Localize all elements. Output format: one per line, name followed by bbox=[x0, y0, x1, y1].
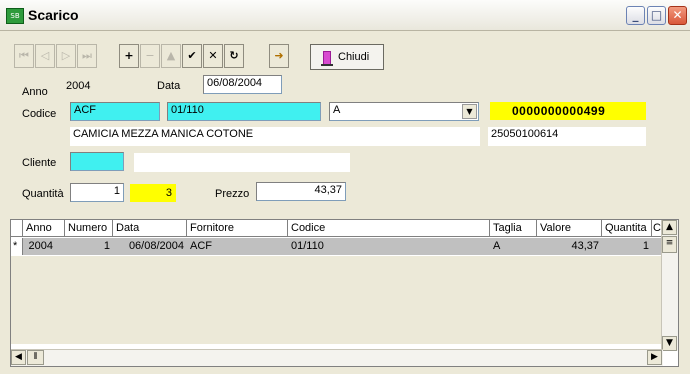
col-header-valore[interactable]: Valore bbox=[537, 220, 602, 237]
scroll-thumb[interactable]: ≡ bbox=[662, 236, 677, 253]
cell-anno: 2004 bbox=[28, 240, 53, 252]
table-row[interactable]: * 2004 1 06/08/2004 ACF 01/110 A 43,37 1 bbox=[11, 238, 663, 255]
grid-header: Anno Numero Data Fornitore Codice Taglia… bbox=[11, 220, 663, 237]
minimize-button[interactable]: _ bbox=[626, 6, 645, 25]
vertical-scrollbar[interactable]: ▲ ≡ ▼ bbox=[661, 220, 678, 351]
chevron-down-icon[interactable]: ▼ bbox=[462, 104, 477, 119]
prior-record-button[interactable]: ◁ bbox=[35, 44, 55, 68]
anno-value: 2004 bbox=[66, 80, 91, 92]
cell-valore: 43,37 bbox=[571, 240, 599, 252]
codice-ean-field: 25050100614 bbox=[488, 127, 646, 146]
descrizione-field: CAMICIA MEZZA MANICA COTONE bbox=[70, 127, 480, 146]
refresh-button[interactable]: ↻ bbox=[224, 44, 244, 68]
prezzo-field[interactable]: 43,37 bbox=[256, 182, 346, 201]
last-record-button[interactable]: ⏭ bbox=[77, 44, 97, 68]
edit-record-button[interactable]: ▲ bbox=[161, 44, 181, 68]
hscroll-thumb[interactable]: ⦀ bbox=[27, 350, 44, 365]
col-header-data[interactable]: Data bbox=[113, 220, 187, 237]
next-record-button[interactable]: ▷ bbox=[56, 44, 76, 68]
col-header-quantita[interactable]: Quantita bbox=[602, 220, 652, 237]
cliente-label: Cliente bbox=[22, 157, 57, 169]
cell-numero: 1 bbox=[103, 240, 110, 252]
row-indicator: * bbox=[11, 238, 23, 255]
scroll-up-icon[interactable]: ▲ bbox=[662, 220, 677, 235]
anno-label: Anno bbox=[22, 86, 48, 98]
first-record-button[interactable]: ⏮ bbox=[14, 44, 34, 68]
title-bar[interactable]: SB Scarico _ □ ✕ bbox=[0, 0, 690, 31]
quantita-label: Quantità bbox=[22, 188, 64, 200]
search-button[interactable]: ➜ bbox=[269, 44, 289, 68]
col-header-taglia[interactable]: Taglia bbox=[490, 220, 537, 237]
scroll-left-icon[interactable]: ◀ bbox=[11, 350, 26, 365]
cell-data: 06/08/2004 bbox=[128, 240, 184, 252]
close-button[interactable]: ✕ bbox=[668, 6, 687, 25]
barcode-value: 0000000000499 bbox=[512, 104, 606, 118]
cancel-record-button[interactable]: ✕ bbox=[203, 44, 223, 68]
cell-quantita: 1 bbox=[642, 240, 649, 252]
data-label: Data bbox=[157, 80, 181, 92]
cell-taglia: A bbox=[493, 240, 501, 252]
chiudi-button[interactable]: Chiudi bbox=[310, 44, 384, 70]
col-header-anno[interactable]: Anno bbox=[23, 220, 65, 237]
quantita-field[interactable]: 1 bbox=[70, 183, 124, 202]
minimize-icon: _ bbox=[632, 8, 639, 22]
taglia-value: A bbox=[333, 104, 341, 116]
horizontal-scrollbar[interactable]: ◀ ⦀ ▶ bbox=[11, 349, 663, 366]
maximize-icon: □ bbox=[650, 8, 663, 22]
cell-fornitore: ACF bbox=[190, 240, 212, 252]
scroll-right-icon[interactable]: ▶ bbox=[647, 350, 662, 365]
insert-record-button[interactable]: + bbox=[119, 44, 139, 68]
codice-label: Codice bbox=[22, 108, 57, 120]
post-record-button[interactable]: ✔ bbox=[182, 44, 202, 68]
delete-record-button[interactable]: − bbox=[140, 44, 160, 68]
col-header-fornitore[interactable]: Fornitore bbox=[187, 220, 288, 237]
app-icon: SB bbox=[6, 8, 24, 24]
cliente-name-field bbox=[134, 153, 350, 172]
codice-articolo-field[interactable]: 01/110 bbox=[167, 102, 321, 121]
search-record-icon: ➜ bbox=[274, 49, 284, 62]
scroll-down-icon[interactable]: ▼ bbox=[662, 336, 677, 351]
window-title: Scarico bbox=[28, 7, 79, 23]
quantita-highlight: 3 bbox=[130, 184, 176, 202]
maximize-button[interactable]: □ bbox=[647, 6, 666, 25]
cell-codice: 01/110 bbox=[291, 240, 324, 252]
col-header-codice[interactable]: Codice bbox=[288, 220, 490, 237]
barcode-badge: 0000000000499 bbox=[490, 102, 646, 120]
taglia-combo[interactable]: A ▼ bbox=[329, 102, 479, 121]
grid-indicator-header bbox=[11, 220, 23, 237]
scarico-window: SB Scarico _ □ ✕ ⏮ ◁ ▷ ⏭ + − ▲ ✔ ✕ ↻ ➜ C… bbox=[0, 0, 690, 374]
prezzo-label: Prezzo bbox=[215, 188, 250, 200]
quantita-highlight-value: 3 bbox=[165, 187, 172, 199]
col-header-numero[interactable]: Numero bbox=[65, 220, 113, 237]
data-field[interactable]: 06/08/2004 bbox=[203, 75, 282, 94]
movements-grid[interactable]: Anno Numero Data Fornitore Codice Taglia… bbox=[10, 219, 679, 367]
chiudi-label: Chiudi bbox=[338, 51, 370, 63]
cliente-code-field[interactable] bbox=[70, 152, 124, 171]
grid-empty-area bbox=[11, 256, 663, 344]
codice-fornitore-field[interactable]: ACF bbox=[70, 102, 160, 121]
door-exit-icon bbox=[321, 51, 333, 66]
close-icon: ✕ bbox=[672, 8, 683, 22]
